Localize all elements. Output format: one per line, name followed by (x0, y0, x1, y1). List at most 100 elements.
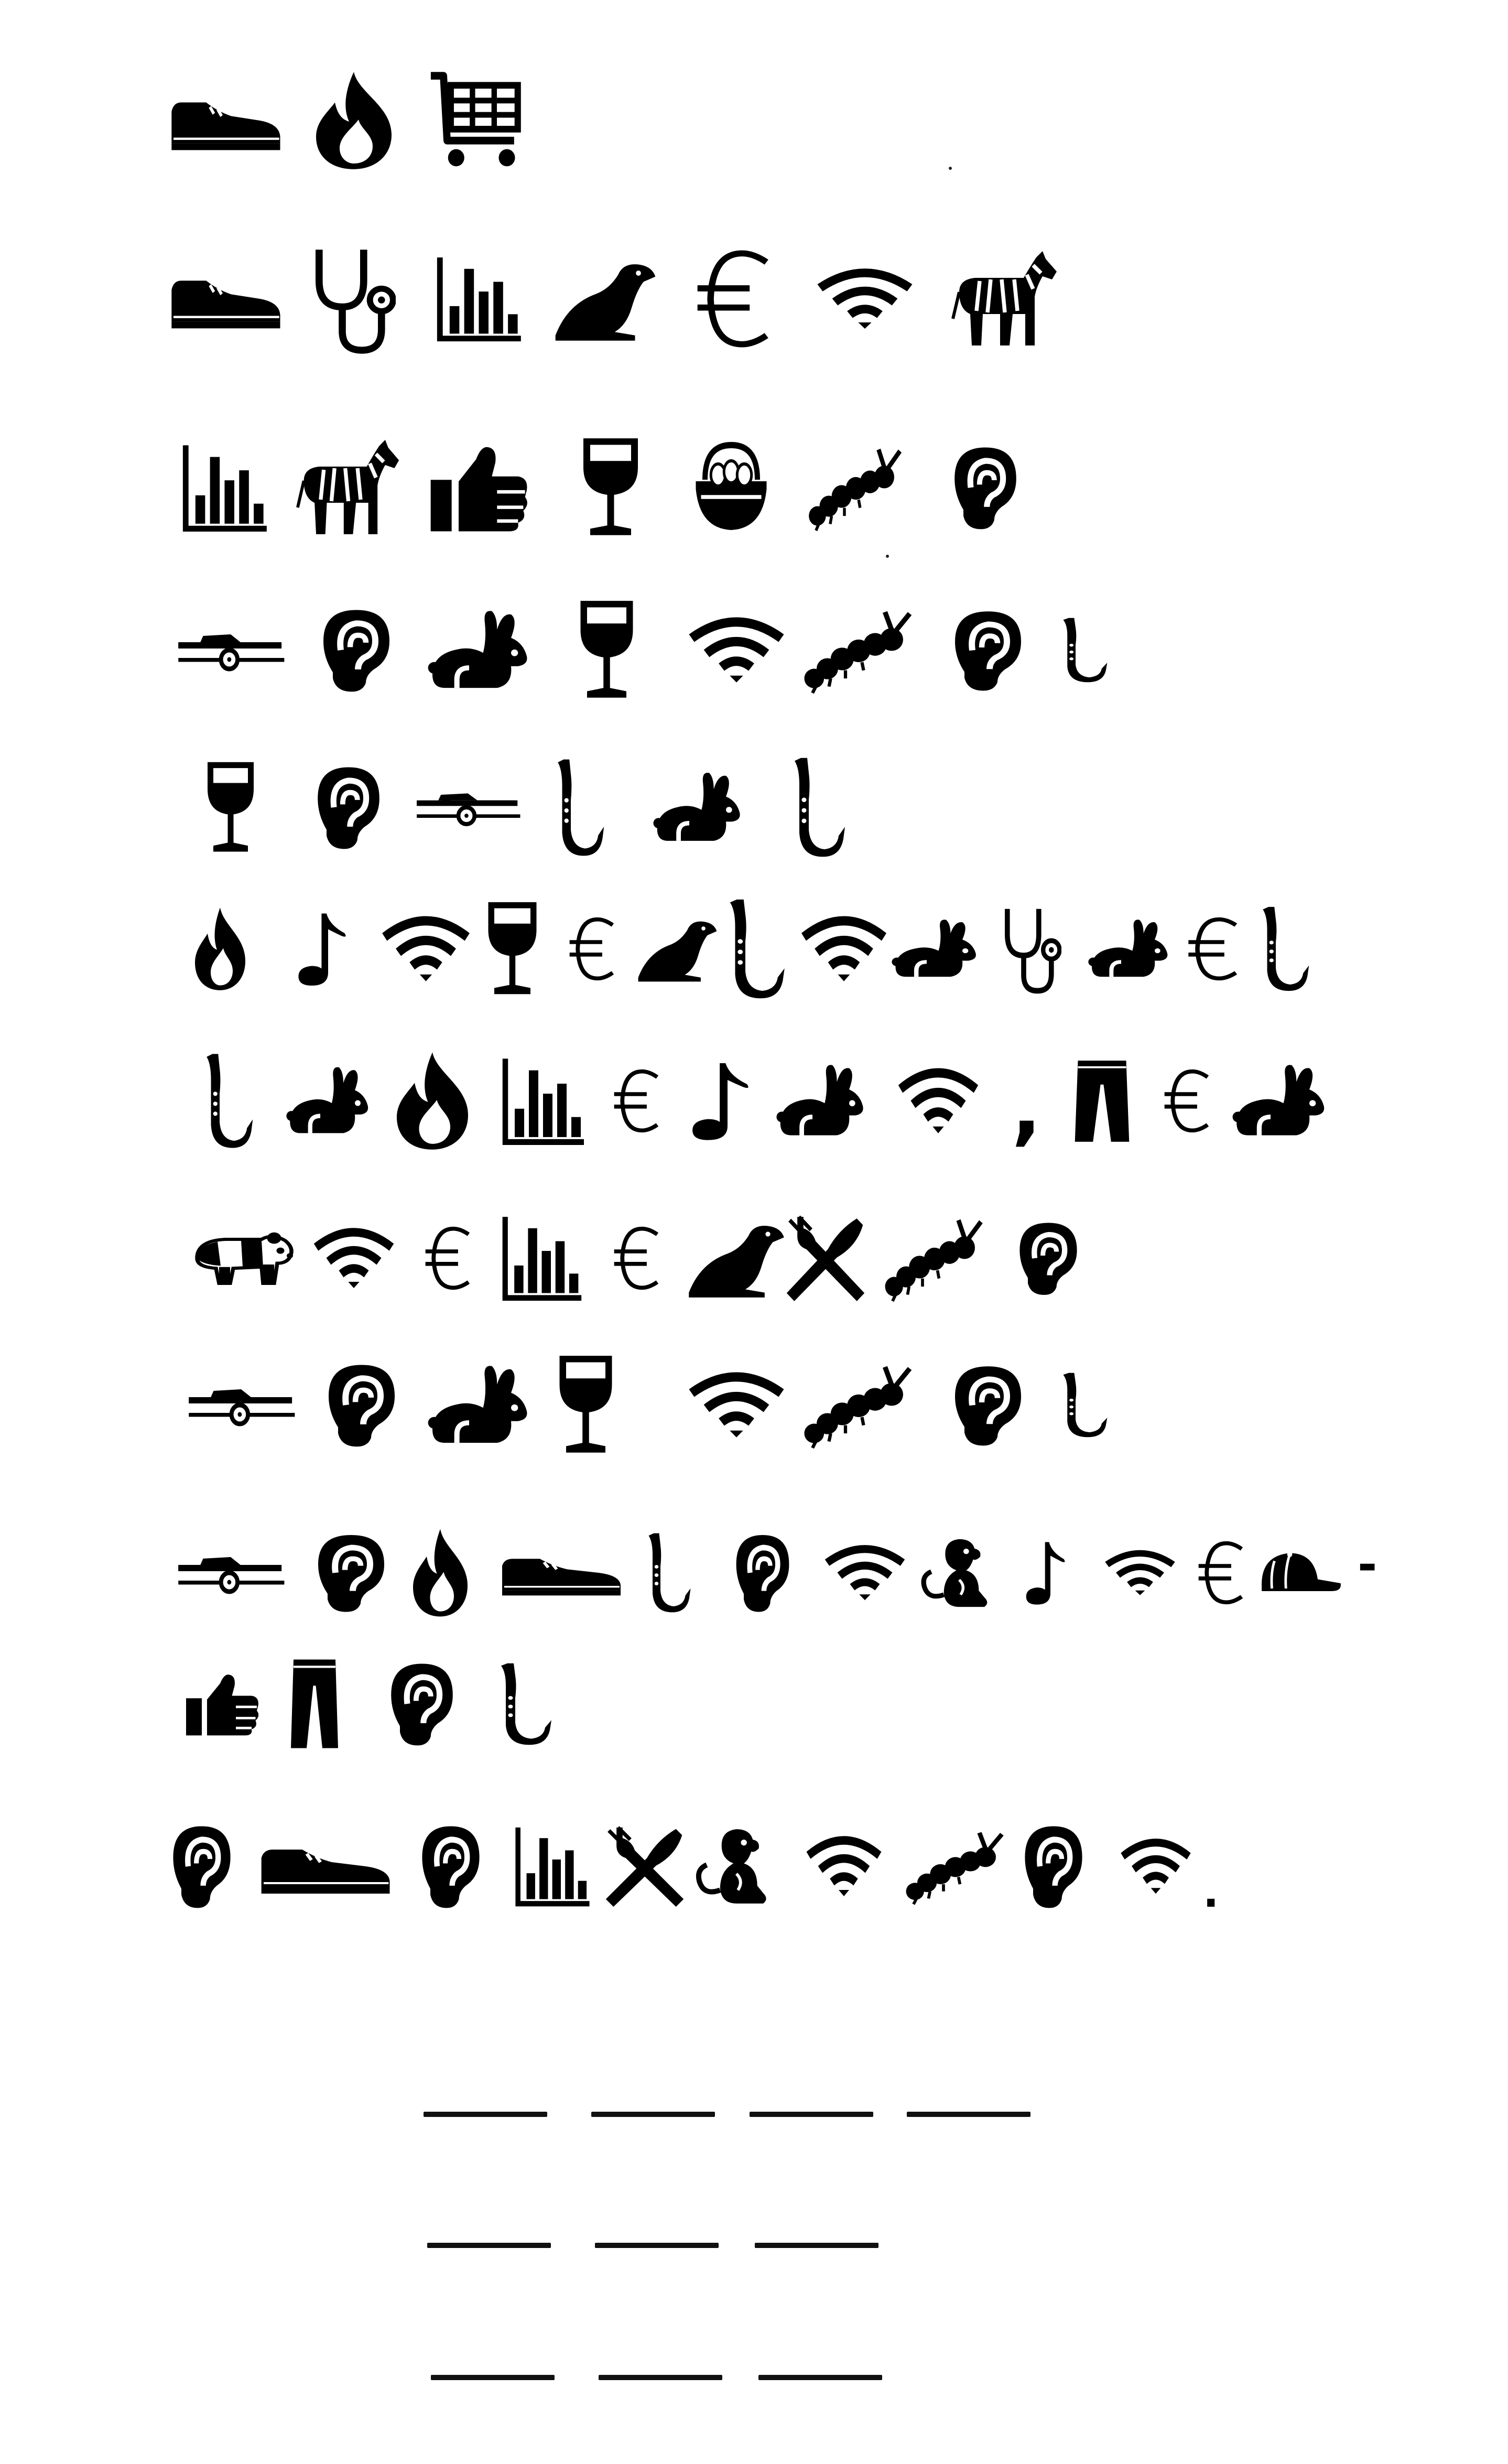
answer-blank-line[interactable] (595, 2243, 719, 2248)
rabbit-icon (653, 767, 744, 848)
wifi-icon (1119, 1838, 1192, 1895)
euro-icon (566, 915, 619, 983)
saxophone-icon (548, 757, 605, 859)
stethoscope-icon (307, 243, 396, 355)
wifi-icon (896, 1067, 980, 1135)
answer-blank-line[interactable] (758, 2375, 882, 2380)
rabbit-icon (1232, 1059, 1329, 1143)
answer-blank-line[interactable] (427, 2243, 551, 2248)
answer-blank-line[interactable] (591, 2112, 715, 2117)
bar-chart-icon (501, 1214, 584, 1303)
fork-knife-icon (603, 1824, 687, 1908)
ear-icon (312, 1531, 390, 1615)
euro-icon (422, 1224, 474, 1292)
caterpillar-icon (902, 1827, 1006, 1906)
ear-icon (949, 1362, 1027, 1449)
thumbs-up-icon (427, 440, 532, 535)
trailer-icon (176, 1549, 286, 1596)
answer-blank-line[interactable] (755, 2243, 878, 2248)
wifi-icon (380, 915, 472, 983)
egg-basket-icon (692, 440, 771, 535)
saxophone-icon (718, 896, 786, 1001)
trailer-icon (414, 786, 522, 828)
wifi-icon (687, 1371, 786, 1439)
wine-glass-icon (482, 899, 543, 999)
ear-icon (317, 606, 396, 695)
ear-icon (168, 1822, 236, 1911)
euro-icon (1161, 1067, 1213, 1135)
wifi-icon (815, 267, 915, 330)
euro-icon (1195, 1539, 1247, 1607)
answer-blank-line[interactable] (750, 2112, 873, 2117)
cap-icon (1255, 1547, 1344, 1599)
rabbit-icon (1088, 915, 1171, 983)
zebra-icon (296, 437, 404, 539)
answer-blank-line[interactable] (907, 2112, 1030, 2117)
shoe-icon (257, 1835, 393, 1898)
shoe-icon (168, 87, 283, 155)
wifi-icon (312, 1227, 396, 1290)
rabbit-icon (776, 1059, 867, 1143)
trousers-icon (1072, 1058, 1132, 1144)
euro-icon (692, 246, 776, 351)
ear-icon (385, 1659, 459, 1748)
music-note-icon (687, 1059, 755, 1143)
shopping-cart-icon (427, 68, 527, 173)
ink-speck (949, 167, 952, 170)
ear-icon (949, 443, 1022, 532)
ear-icon (949, 607, 1027, 694)
answer-blank-line[interactable] (599, 2375, 722, 2380)
saxophone-icon (784, 755, 847, 860)
answer-blank-line[interactable] (424, 2112, 547, 2117)
ink-speck (886, 555, 889, 558)
bar-chart-icon (501, 1055, 587, 1147)
shoe-icon (498, 1547, 624, 1599)
saxophone-icon (1054, 1371, 1109, 1439)
bar-chart-icon (181, 442, 270, 534)
wine-glass-icon (574, 598, 639, 703)
bar-chart-icon (435, 254, 524, 343)
euro-icon (611, 1224, 663, 1292)
seal-icon (634, 915, 721, 983)
seal-icon (684, 1218, 789, 1299)
saxophone-icon (197, 1051, 254, 1151)
ear-icon (1019, 1822, 1088, 1911)
caterpillar-icon (881, 1214, 985, 1303)
rabbit-icon (286, 1062, 372, 1140)
wifi-icon (805, 1835, 883, 1898)
music-note-icon (1022, 1539, 1069, 1607)
wifi-icon (1103, 1549, 1177, 1596)
trailer-icon (176, 626, 286, 674)
saxophone-icon (639, 1531, 692, 1615)
wine-glass-icon (577, 435, 645, 540)
wifi-icon (823, 1544, 907, 1602)
ear-icon (417, 1822, 485, 1911)
panda-icon (186, 1227, 296, 1290)
wifi-icon (799, 915, 888, 983)
saxophone-icon (490, 1661, 553, 1747)
euro-icon (1185, 915, 1242, 983)
fire-icon (406, 1526, 474, 1620)
rabbit-icon (891, 915, 980, 983)
period-mark: . (1203, 1868, 1219, 1917)
ear-icon (1014, 1219, 1082, 1298)
music-note-icon (294, 910, 351, 988)
hyphen-mark: - (1358, 1537, 1377, 1592)
fire-icon (307, 68, 401, 173)
rabbit-icon (427, 604, 532, 696)
bar-chart-icon (514, 1824, 592, 1908)
wifi-icon (687, 616, 786, 684)
zebra-icon (951, 248, 1061, 350)
thumbs-up-icon (183, 1670, 262, 1738)
ear-icon (731, 1531, 794, 1615)
shoe-icon (168, 265, 283, 333)
wine-glass-icon (553, 1353, 619, 1457)
trousers-icon (288, 1657, 341, 1751)
fire-icon (189, 904, 252, 993)
seal-icon (550, 256, 660, 342)
fork-knife-icon (784, 1214, 867, 1303)
monkey-icon (692, 1822, 781, 1911)
monkey-icon (917, 1532, 1001, 1614)
fire-icon (388, 1049, 477, 1153)
answer-blank-line[interactable] (431, 2375, 555, 2380)
